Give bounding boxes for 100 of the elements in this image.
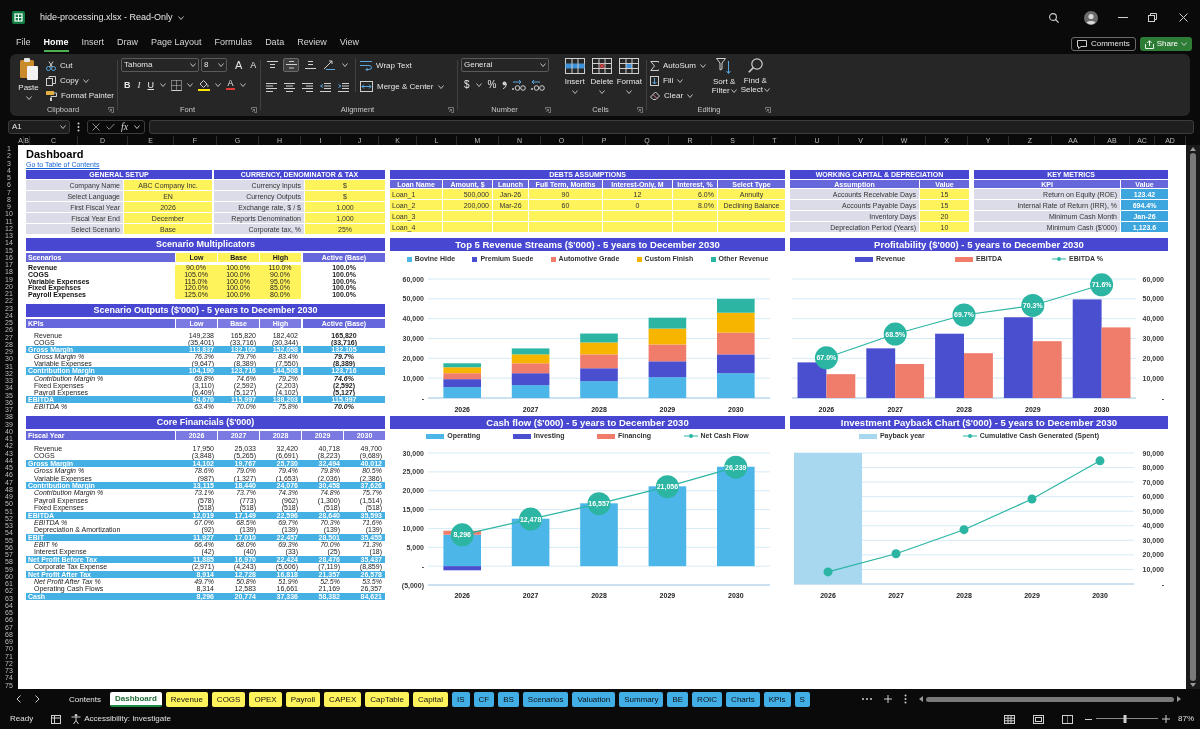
shrink-font-button[interactable]: A xyxy=(247,58,260,72)
fill-color-button[interactable] xyxy=(196,78,212,92)
sheet-tab[interactable]: Charts xyxy=(726,691,760,707)
align-right-button[interactable] xyxy=(300,80,315,94)
sheet-tab[interactable]: COGS xyxy=(211,691,246,707)
fill-button[interactable]: Fill xyxy=(650,73,709,88)
insert-function-button[interactable]: fx xyxy=(121,120,129,133)
merge-center-button[interactable]: Merge & Center xyxy=(360,79,434,94)
sheet-tab[interactable]: OPEX xyxy=(249,691,282,707)
cut-button[interactable]: Cut xyxy=(46,58,114,73)
sheet-tab[interactable]: Summary xyxy=(619,691,664,707)
more-options-icon[interactable] xyxy=(77,121,80,132)
previous-sheet-icon[interactable] xyxy=(16,695,21,703)
menu-tab[interactable]: View xyxy=(339,36,359,52)
sheet-tab[interactable]: BE xyxy=(667,691,689,707)
vertical-align-button[interactable] xyxy=(283,58,299,72)
bold-button[interactable]: B xyxy=(121,78,134,92)
sheet-tab[interactable]: Revenue xyxy=(165,691,208,707)
sheet-tab[interactable]: S xyxy=(794,691,810,707)
percent-button[interactable]: % xyxy=(484,78,500,92)
formula-input-field[interactable] xyxy=(149,119,1194,134)
cancel-icon[interactable] xyxy=(92,122,100,131)
decrease-indent-button[interactable] xyxy=(318,80,333,94)
menu-tab[interactable]: Home xyxy=(43,36,69,52)
search-icon[interactable] xyxy=(1049,12,1059,23)
scrollbar-thumb[interactable] xyxy=(926,696,1174,702)
menu-tab[interactable]: Review xyxy=(297,36,327,52)
italic-button[interactable]: I xyxy=(134,78,144,92)
close-icon[interactable] xyxy=(1179,13,1188,22)
next-sheet-icon[interactable] xyxy=(35,695,40,703)
delete-button[interactable]: Delete xyxy=(588,58,616,94)
menu-tab[interactable]: Page Layout xyxy=(151,36,202,52)
scroll-up-icon[interactable] xyxy=(1190,147,1196,151)
sheet-tab[interactable]: CF xyxy=(473,691,495,707)
menu-tab[interactable]: File xyxy=(16,36,31,52)
add-sheet-icon[interactable] xyxy=(884,695,892,703)
sheet-tab[interactable]: CapTable xyxy=(365,691,410,707)
sheet-tab[interactable]: CAPEX xyxy=(324,691,362,707)
number-format-dropdown[interactable]: General xyxy=(461,58,549,72)
insert-button[interactable]: Insert xyxy=(561,58,589,94)
menu-tab[interactable]: Draw xyxy=(117,36,139,52)
zoom-in-icon[interactable] xyxy=(1162,715,1170,723)
font-family-dropdown[interactable]: Tahoma xyxy=(121,58,199,72)
format-painter-button[interactable]: Format Painter xyxy=(46,88,114,103)
align-center-button[interactable] xyxy=(282,80,297,94)
autosum-button[interactable]: AutoSum xyxy=(650,58,709,73)
menu-tab[interactable]: Insert xyxy=(81,36,105,52)
comments-button[interactable]: Comments xyxy=(1070,37,1136,51)
page-layout-view-icon[interactable] xyxy=(1033,714,1044,724)
sheet-tab[interactable]: IS xyxy=(451,691,470,707)
zoom-level[interactable]: 87% xyxy=(1178,713,1194,725)
dialog-launcher-icon[interactable] xyxy=(765,107,771,113)
menu-tab[interactable]: Formulas xyxy=(214,36,253,52)
dialog-launcher-icon[interactable] xyxy=(448,107,454,113)
vertical-align-button[interactable] xyxy=(302,58,318,72)
underline-button[interactable]: U xyxy=(144,78,157,92)
dialog-launcher-icon[interactable] xyxy=(545,107,551,113)
find-select-button[interactable]: Find & Select xyxy=(739,58,771,94)
zoom-slider[interactable] xyxy=(1096,715,1158,723)
sheet-tab[interactable]: Payroll xyxy=(285,691,321,707)
name-box[interactable]: A1 xyxy=(8,119,70,134)
sheet-view-icon[interactable] xyxy=(51,714,62,724)
sheet-tab[interactable]: Scenarios xyxy=(522,691,569,707)
dialog-launcher-icon[interactable] xyxy=(251,107,257,113)
menu-tab[interactable]: Data xyxy=(265,36,285,52)
format-button[interactable]: Format xyxy=(615,58,643,94)
file-title-button[interactable]: hide-processing.xlsx - Read-Only xyxy=(40,10,184,25)
accessibility-button[interactable]: Accessibility: Investigate xyxy=(71,713,171,725)
scroll-right-icon[interactable] xyxy=(1177,696,1181,702)
clear-button[interactable]: Clear xyxy=(650,88,709,103)
scroll-left-icon[interactable] xyxy=(919,696,923,702)
sheet-tab[interactable]: KPIs xyxy=(763,691,791,707)
increase-indent-button[interactable] xyxy=(336,80,351,94)
borders-button[interactable] xyxy=(169,78,184,92)
increase-decimal-button[interactable] xyxy=(510,78,529,92)
normal-view-icon[interactable] xyxy=(1004,714,1015,724)
slider-thumb[interactable] xyxy=(1123,715,1127,723)
sheet-tab[interactable]: Capital xyxy=(413,691,448,707)
sheet-tab[interactable]: BS xyxy=(498,691,519,707)
sheet-tab[interactable]: Contents xyxy=(64,691,107,707)
dialog-launcher-icon[interactable] xyxy=(108,107,114,113)
vertical-scrollbar[interactable] xyxy=(1186,145,1200,689)
decrease-decimal-button[interactable] xyxy=(529,78,548,92)
page-break-view-icon[interactable] xyxy=(1062,714,1073,724)
restore-icon[interactable] xyxy=(1148,13,1157,22)
orientation-button[interactable] xyxy=(321,58,337,72)
align-left-button[interactable] xyxy=(264,80,279,94)
horizontal-scrollbar[interactable] xyxy=(919,695,1181,703)
copy-button[interactable]: Copy xyxy=(46,73,114,88)
paste-button[interactable]: Paste xyxy=(15,58,43,100)
font-color-button[interactable]: A xyxy=(224,78,237,92)
caret-icon[interactable] xyxy=(134,124,141,129)
avatar-icon[interactable] xyxy=(1084,10,1098,25)
share-button[interactable]: Share xyxy=(1139,37,1192,51)
check-icon[interactable] xyxy=(106,123,115,130)
sort-filter-button[interactable]: Sort & Filter xyxy=(708,58,740,95)
scroll-down-icon[interactable] xyxy=(1190,683,1196,687)
font-size-dropdown[interactable]: 8 xyxy=(201,58,227,72)
scrollbar-thumb[interactable] xyxy=(1190,153,1196,681)
sheet-tab[interactable]: Valuation xyxy=(572,691,616,707)
